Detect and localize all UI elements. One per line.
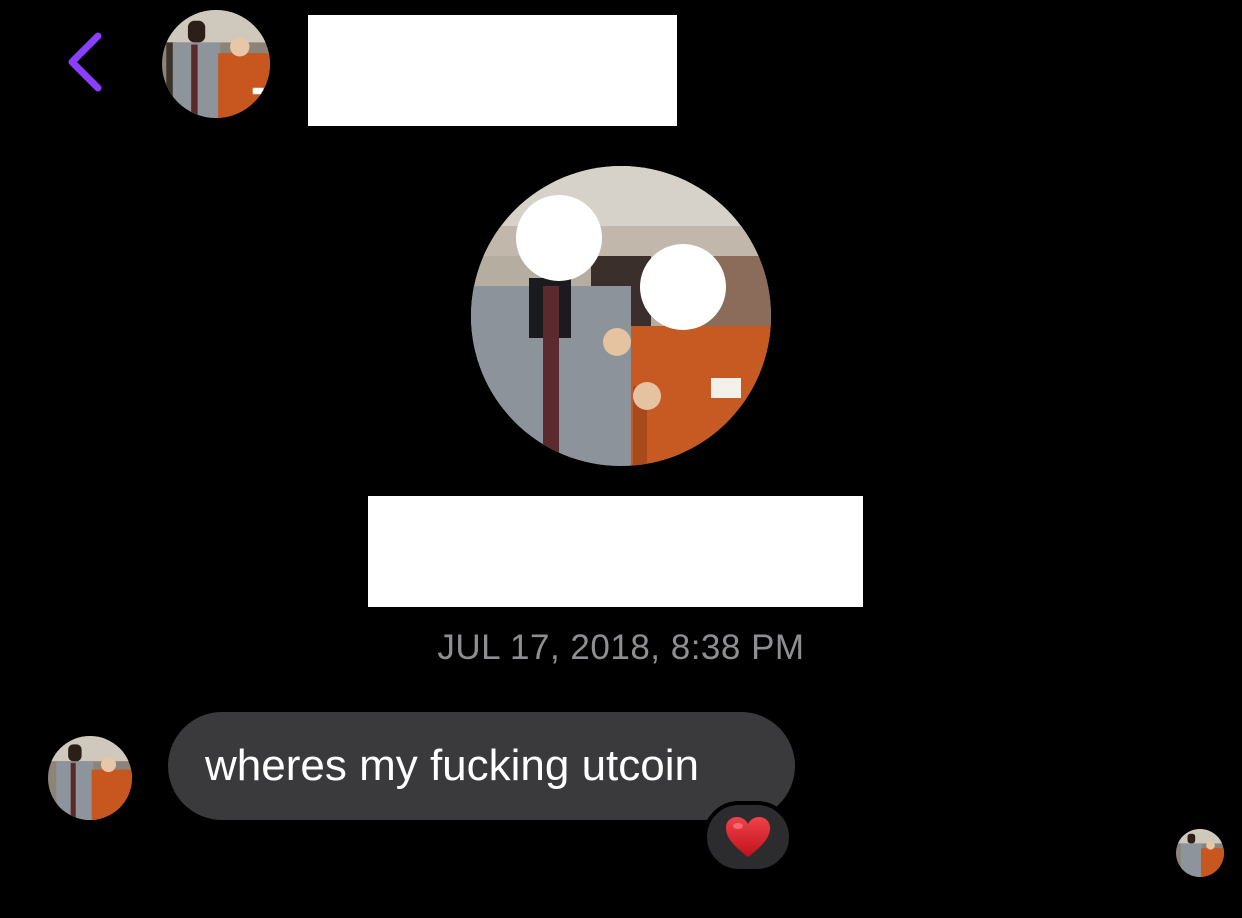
heart-icon (726, 817, 770, 857)
message-bubble[interactable]: wheres my fucking utcoin (168, 712, 795, 820)
redacted-profile-name (368, 496, 863, 607)
profile-photo[interactable] (471, 166, 771, 466)
chevron-left-icon (68, 32, 102, 92)
message-text: wheres my fucking utcoin (205, 741, 699, 790)
header-avatar[interactable] (162, 10, 270, 118)
sender-avatar[interactable] (48, 736, 132, 820)
conversation-timestamp: JUL 17, 2018, 8:38 PM (437, 628, 805, 667)
back-button[interactable] (58, 28, 114, 96)
seen-avatar (1176, 829, 1224, 877)
redacted-contact-name (308, 15, 677, 126)
heart-reaction[interactable] (703, 801, 793, 873)
